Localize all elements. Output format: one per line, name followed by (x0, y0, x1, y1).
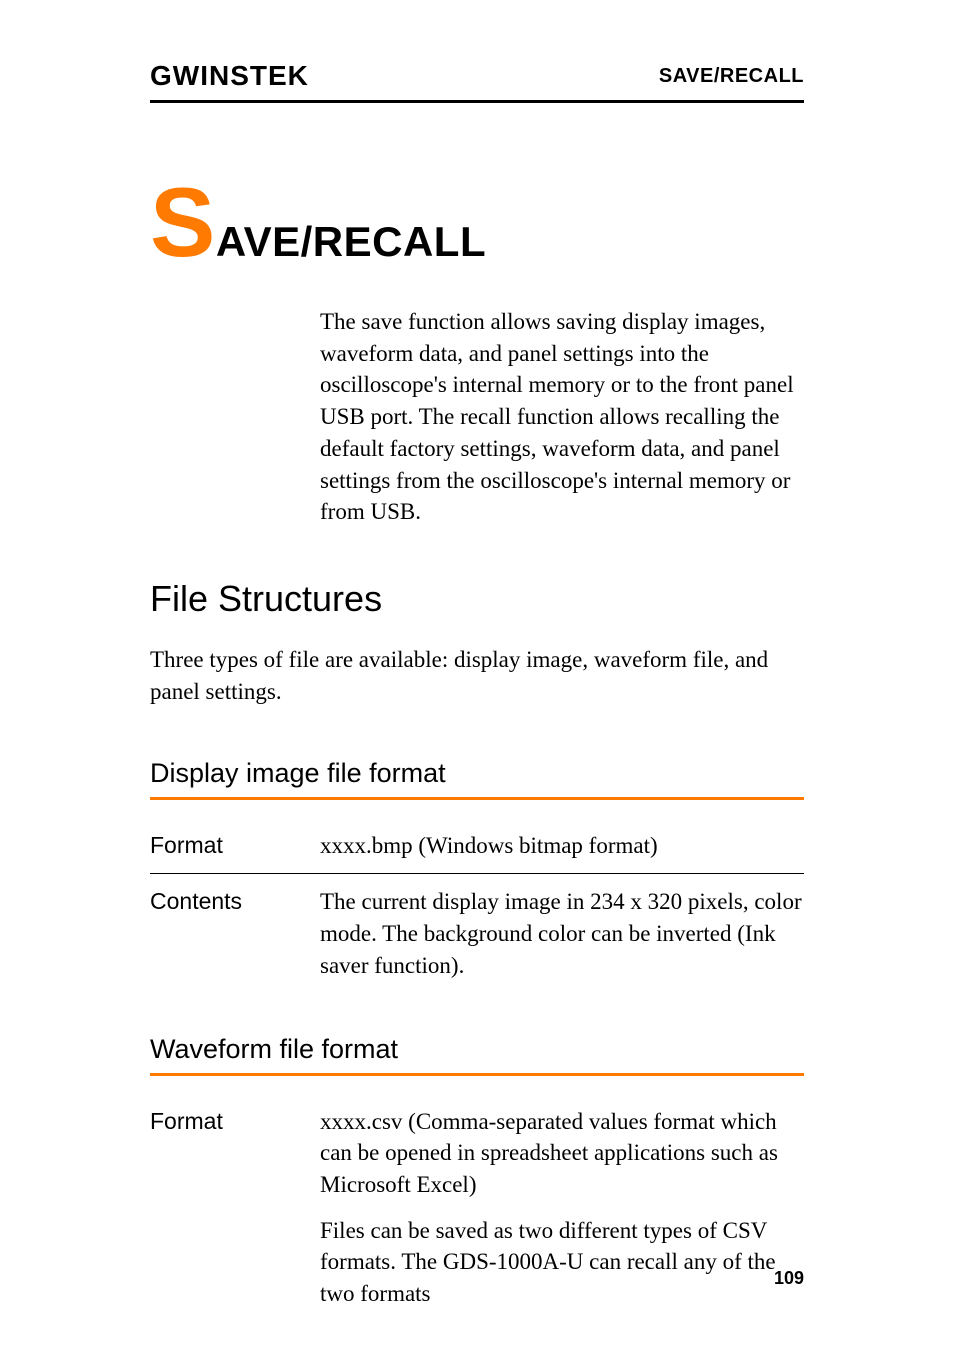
table-label: Format (150, 818, 320, 874)
waveform-format-p2: Files can be saved as two different type… (320, 1215, 804, 1310)
section-file-structures-body: Three types of file are available: displ… (150, 644, 804, 707)
table-row: Format xxxx.csv (Comma-separated values … (150, 1094, 804, 1322)
page-header: GWINSTEK SAVE/RECALL (150, 60, 804, 103)
chapter-rest: AVE/RECALL (216, 218, 486, 265)
section-file-structures-heading: File Structures (150, 578, 804, 620)
brand-text: GWINSTEK (150, 60, 309, 91)
chapter-title: SAVE/RECALL (150, 183, 804, 266)
table-value: xxxx.bmp (Windows bitmap format) (320, 818, 804, 874)
waveform-table: Format xxxx.csv (Comma-separated values … (150, 1094, 804, 1322)
header-section-title: SAVE/RECALL (659, 65, 804, 88)
page-number: 109 (774, 1268, 804, 1289)
display-image-table: Format xxxx.bmp (Windows bitmap format) … (150, 818, 804, 994)
waveform-format-p1: xxxx.csv (Comma-separated values format … (320, 1106, 804, 1201)
subsection-display-image-heading: Display image file format (150, 758, 804, 800)
table-value: xxxx.csv (Comma-separated values format … (320, 1094, 804, 1322)
table-value: The current display image in 234 x 320 p… (320, 874, 804, 994)
subsection-waveform-heading: Waveform file format (150, 1034, 804, 1076)
table-label: Format (150, 1094, 320, 1322)
table-row: Format xxxx.bmp (Windows bitmap format) (150, 818, 804, 874)
chapter-initial: S (150, 167, 216, 277)
table-row: Contents The current display image in 23… (150, 874, 804, 994)
chapter-intro: The save function allows saving display … (320, 306, 804, 528)
brand-logo: GWINSTEK (150, 60, 309, 92)
table-label: Contents (150, 874, 320, 994)
